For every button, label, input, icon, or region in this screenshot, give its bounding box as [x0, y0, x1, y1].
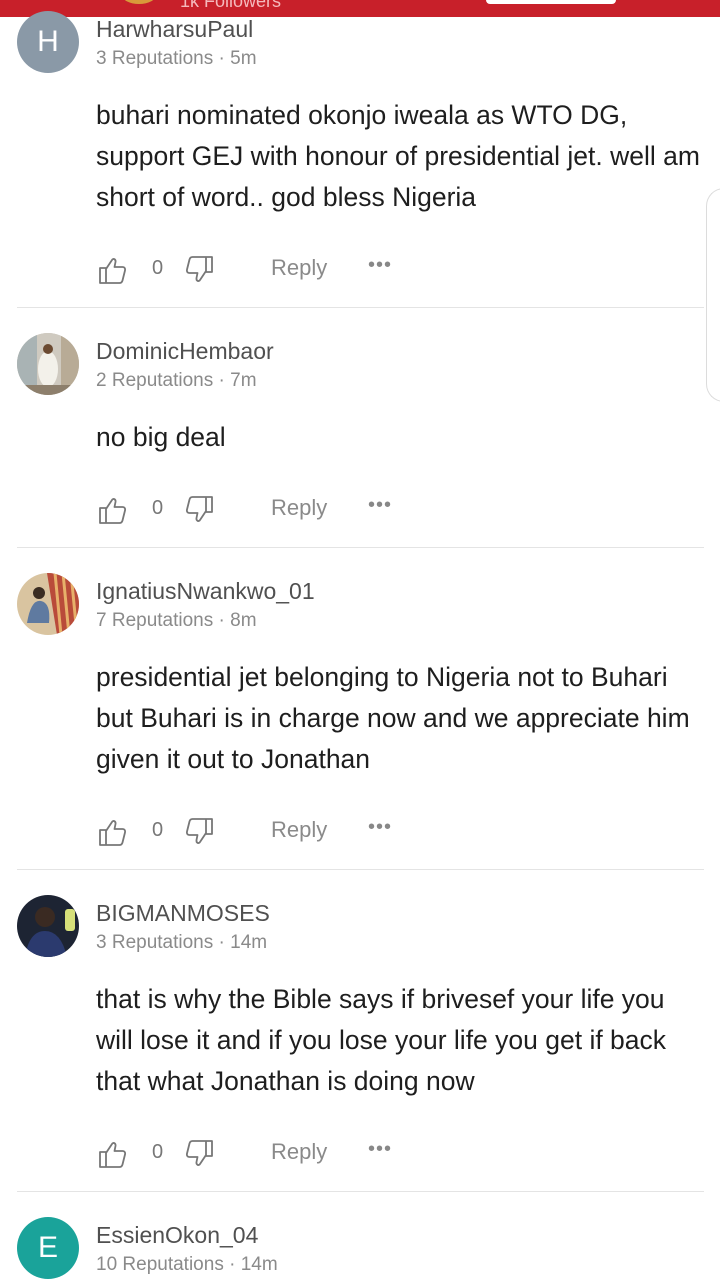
reply-button[interactable]: Reply	[271, 1139, 327, 1165]
comment-actions: 0 Reply •••	[96, 1136, 416, 1172]
like-count: 0	[152, 819, 164, 841]
thumbs-up-icon[interactable]	[96, 254, 128, 286]
comment-actions: 0 Reply •••	[96, 492, 416, 528]
avatar[interactable]	[17, 333, 79, 395]
avatar-photo	[17, 333, 79, 395]
comment-username[interactable]: EssienOkon_04	[96, 1222, 258, 1249]
thumbs-down-icon[interactable]	[184, 494, 216, 526]
comment-body: no big deal	[96, 422, 226, 452]
reply-button[interactable]: Reply	[271, 495, 327, 521]
more-options-icon[interactable]: •••	[368, 1138, 392, 1161]
comment-body: buhari nominated okonjo iweala as WTO DG…	[96, 100, 700, 212]
thumbs-up-icon[interactable]	[96, 816, 128, 848]
follow-button[interactable]	[486, 0, 616, 4]
comment-meta: 10 Reputations · 14m	[96, 1254, 278, 1275]
comment-username[interactable]: HarwharsuPaul	[96, 16, 253, 43]
thumbs-down-icon[interactable]	[184, 816, 216, 848]
avatar-photo	[17, 895, 79, 957]
like-count: 0	[152, 1141, 164, 1163]
comment-meta: 3 Reputations · 5m	[96, 48, 257, 69]
comment-username[interactable]: DominicHembaor	[96, 338, 274, 365]
side-floating-panel[interactable]	[706, 188, 720, 402]
comment-meta: 7 Reputations · 8m	[96, 610, 257, 631]
comment-meta: 3 Reputations · 14m	[96, 932, 268, 953]
like-count: 0	[152, 497, 164, 519]
comment-username[interactable]: BIGMANMOSES	[96, 900, 270, 927]
more-options-icon[interactable]: •••	[368, 816, 392, 839]
comment-meta: 2 Reputations · 7m	[96, 370, 257, 391]
avatar-initial: H	[37, 25, 59, 58]
thumbs-down-icon[interactable]	[184, 254, 216, 286]
avatar[interactable]	[17, 895, 79, 957]
avatar[interactable]	[17, 573, 79, 635]
reply-button[interactable]: Reply	[271, 255, 327, 281]
reply-button[interactable]: Reply	[271, 817, 327, 843]
more-options-icon[interactable]: •••	[368, 494, 392, 517]
thumbs-up-icon[interactable]	[96, 494, 128, 526]
author-avatar[interactable]	[122, 0, 156, 4]
comment-actions: 0 Reply •••	[96, 252, 416, 288]
divider	[17, 307, 704, 308]
divider	[17, 869, 704, 870]
followers-count: 1k Followers	[180, 0, 282, 11]
thumbs-down-icon[interactable]	[184, 1138, 216, 1170]
avatar[interactable]: H	[17, 11, 79, 73]
like-count: 0	[152, 257, 164, 279]
avatar[interactable]: E	[17, 1217, 79, 1279]
thumbs-up-icon[interactable]	[96, 1138, 128, 1170]
comment-actions: 0 Reply •••	[96, 814, 416, 850]
comment-username[interactable]: IgnatiusNwankwo_01	[96, 578, 315, 605]
divider	[17, 1191, 704, 1192]
avatar-photo	[17, 573, 79, 635]
comment-body: that is why the Bible says if brivesef y…	[96, 984, 667, 1096]
divider	[17, 547, 704, 548]
comment-body: presidential jet belonging to Nigeria no…	[96, 662, 690, 774]
app-header-bar: 1k Followers	[0, 0, 720, 17]
avatar-initial: E	[37, 1231, 58, 1264]
more-options-icon[interactable]: •••	[368, 254, 392, 277]
